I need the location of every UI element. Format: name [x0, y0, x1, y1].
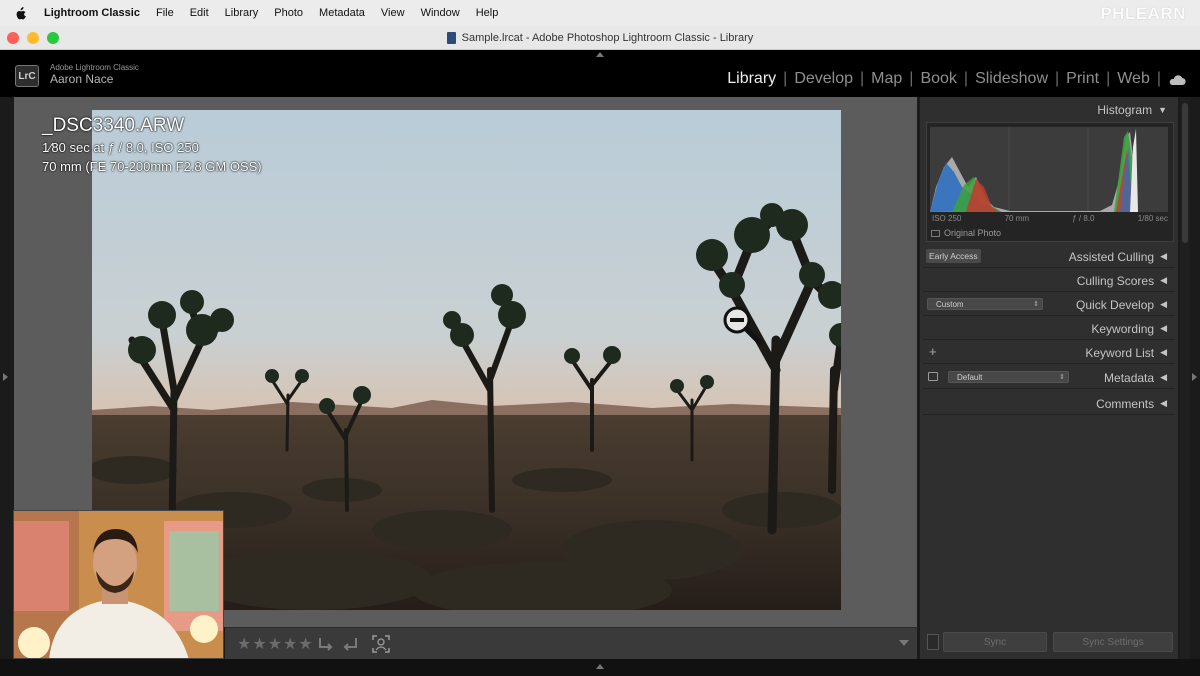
original-photo-checkbox-icon[interactable] — [931, 229, 940, 237]
toolbar-content-dropdown-icon[interactable] — [899, 640, 909, 646]
photo-filename: _DSC3340.ARW — [42, 115, 185, 136]
expand-triangle-icon: ◀ — [1160, 347, 1167, 357]
metadata-preset-icon[interactable] — [928, 372, 938, 381]
quick-develop-preset-value: Custom — [936, 300, 964, 309]
add-keyword-button[interactable]: + — [929, 344, 937, 359]
lrc-logo: LrC — [15, 65, 39, 87]
menu-view[interactable]: View — [381, 7, 405, 19]
comments-header[interactable]: Comments ◀ — [923, 393, 1175, 415]
expand-triangle-icon: ◀ — [1160, 251, 1167, 261]
window-titlebar: Sample.lrcat - Adobe Photoshop Lightroom… — [0, 26, 1200, 50]
expand-triangle-icon: ◀ — [1160, 275, 1167, 285]
module-book[interactable]: Book — [914, 70, 962, 88]
photo-exposure: 1⁄80 sec at ƒ / 8.0, ISO 250 — [42, 140, 199, 155]
close-window-button[interactable] — [7, 32, 19, 44]
expand-triangle-icon: ◀ — [1160, 323, 1167, 333]
comments-title: Comments — [1096, 396, 1155, 411]
right-panel-toggle-icon[interactable] — [1192, 373, 1197, 381]
star-rating[interactable]: ★★★★★ — [237, 634, 314, 654]
expand-triangle-icon: ◀ — [1160, 372, 1167, 382]
module-slideshow[interactable]: Slideshow — [969, 70, 1054, 88]
module-develop[interactable]: Develop — [788, 70, 859, 88]
quick-develop-title: Quick Develop — [1076, 297, 1155, 312]
original-photo-label: Original Photo — [944, 228, 1002, 238]
sync-settings-button[interactable]: Sync Settings — [1053, 632, 1173, 652]
histogram-iso: ISO 250 — [932, 214, 962, 223]
cloud-sync-icon[interactable] — [1168, 74, 1186, 85]
phlearn-watermark: PHLEARN — [1100, 4, 1186, 23]
expand-triangle-icon: ◀ — [1160, 299, 1167, 309]
menu-file[interactable]: File — [156, 7, 174, 19]
collapse-triangle-icon: ▼ — [1158, 105, 1167, 115]
module-print[interactable]: Print — [1060, 70, 1105, 88]
rotate-right-icon[interactable] — [341, 635, 359, 653]
histogram-focal: 70 mm — [1004, 214, 1030, 223]
macos-menubar: Lightroom Classic File Edit Library Phot… — [0, 0, 1200, 26]
menu-edit[interactable]: Edit — [190, 7, 209, 19]
right-panel-scrollbar[interactable] — [1180, 97, 1190, 659]
histogram-shutter: 1/80 sec — [1137, 214, 1168, 223]
filmstrip-toggle-icon[interactable] — [596, 664, 604, 669]
menu-app-name[interactable]: Lightroom Classic — [44, 7, 140, 19]
menu-photo[interactable]: Photo — [274, 7, 303, 19]
metadata-preset-select[interactable]: Default ⇕ — [948, 371, 1069, 383]
keyword-list-title: Keyword List — [1085, 345, 1155, 360]
histogram-graph[interactable] — [930, 127, 1168, 212]
culling-scores-title: Culling Scores — [1076, 273, 1155, 288]
metadata-title: Metadata — [1104, 370, 1155, 385]
sync-controls: Sync Sync Settings — [923, 632, 1175, 654]
loupe-toolbar: ★★★★★ — [225, 627, 917, 659]
keywording-header[interactable]: Keywording ◀ — [923, 318, 1175, 340]
early-access-badge: Early Access — [926, 249, 981, 263]
keywording-title: Keywording — [1091, 321, 1155, 336]
histogram-title: Histogram — [1097, 103, 1153, 117]
menu-help[interactable]: Help — [476, 7, 499, 19]
module-picker: Library | Develop | Map | Book | Slideshow | … — [721, 70, 1162, 88]
identity-user-name: Aaron Nace — [50, 72, 114, 86]
minimize-window-button[interactable] — [27, 32, 39, 44]
select-updown-icon: ⇕ — [1033, 301, 1039, 308]
histogram-aperture: ƒ / 8.0 — [1072, 214, 1095, 223]
histogram-exif: ISO 250 70 mm ƒ / 8.0 1/80 sec — [932, 214, 1168, 223]
auto-sync-toggle[interactable] — [927, 634, 939, 650]
window-controls — [7, 32, 59, 44]
left-panel-toggle-icon[interactable] — [3, 373, 8, 381]
metadata-preset-value: Default — [957, 373, 983, 382]
catalog-document-icon — [446, 31, 456, 44]
photo-lens: 70 mm (FE 70-200mm F2.8 GM OSS) — [42, 159, 262, 174]
loupe-info-overlay: _DSC3340.ARW 1⁄80 sec at ƒ / 8.0, ISO 25… — [42, 114, 262, 176]
zoom-out-cursor-icon — [723, 306, 762, 345]
histogram-header[interactable]: Histogram ▼ — [923, 99, 1175, 121]
assisted-culling-title: Assisted Culling — [1068, 249, 1155, 264]
expand-triangle-icon: ◀ — [1160, 398, 1167, 408]
module-map[interactable]: Map — [865, 70, 908, 88]
window-title: Sample.lrcat - Adobe Photoshop Lightroom… — [461, 31, 754, 44]
zoom-window-button[interactable] — [47, 32, 59, 44]
menu-metadata[interactable]: Metadata — [319, 7, 365, 19]
face-detection-icon[interactable] — [372, 635, 390, 653]
culling-scores-header[interactable]: Culling Scores ◀ — [923, 270, 1175, 292]
quick-develop-preset-select[interactable]: Custom ⇕ — [927, 298, 1043, 310]
apple-logo-icon[interactable] — [14, 6, 28, 20]
identity-app-name: Adobe Lightroom Classic — [50, 63, 139, 72]
select-updown-icon: ⇕ — [1059, 374, 1065, 381]
rotate-left-icon[interactable] — [317, 635, 335, 653]
module-web[interactable]: Web — [1111, 70, 1156, 88]
scrollbar-thumb[interactable] — [1182, 103, 1188, 243]
presenter-webcam — [13, 510, 224, 659]
module-library[interactable]: Library — [721, 70, 782, 88]
sync-button[interactable]: Sync — [943, 632, 1047, 652]
original-photo-toggle[interactable]: Original Photo — [931, 228, 1001, 238]
module-separator: | — [1156, 70, 1161, 87]
top-panel-toggle-icon[interactable] — [596, 52, 604, 57]
keyword-list-header[interactable]: Keyword List ◀ — [923, 342, 1175, 364]
menu-window[interactable]: Window — [421, 7, 460, 19]
menu-library[interactable]: Library — [225, 7, 259, 19]
